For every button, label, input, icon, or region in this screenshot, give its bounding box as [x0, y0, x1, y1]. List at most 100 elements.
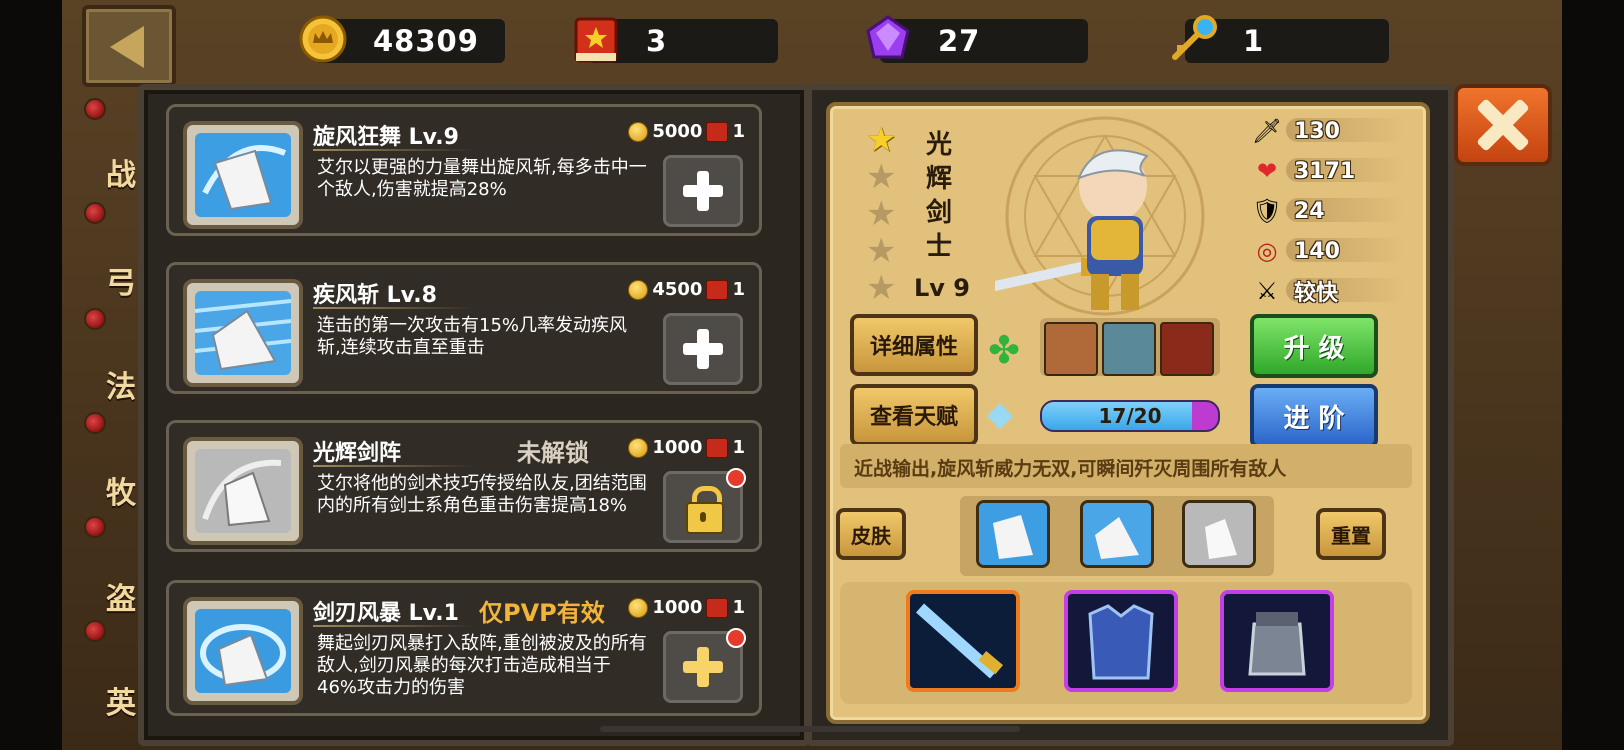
equipped-skills-tray — [960, 496, 1274, 576]
star-filled-icon: ★ — [866, 120, 897, 160]
speed-value: 较快 — [1294, 281, 1339, 306]
skill-icon-frame — [183, 279, 303, 387]
skill-description: 艾尔将他的剑术技巧传授给队友,团结范围内的所有剑士系角色重击伤害提高18% — [317, 473, 647, 516]
skill-card-3: 光辉剑阵 未解锁 1000 1 艾尔将他的剑术技巧传授给队友,团结范围内的所有剑… — [166, 420, 762, 552]
coin-icon — [628, 121, 649, 142]
book-value: 3 — [646, 24, 668, 58]
upgrade-skill-button[interactable] — [663, 313, 743, 385]
gem-counter: 27 — [866, 15, 1088, 63]
stat-attack: 🗡 130 — [1250, 116, 1340, 146]
skills-panel: 旋风狂舞 Lv.9 5000 1 艾尔以更强的力量舞出旋风斩,每多击中一个敌人,… — [138, 84, 810, 746]
hero-name-char: 光 — [926, 130, 953, 160]
armor-chest-icon[interactable] — [1064, 590, 1178, 692]
title-divider — [313, 307, 473, 309]
close-button[interactable] — [1454, 84, 1552, 166]
upgrade-button[interactable]: 升 级 — [1250, 314, 1378, 378]
stat-health: ❤ 3171 — [1250, 156, 1355, 186]
heart-icon: ❤ — [1256, 157, 1278, 185]
armor-value: 24 — [1294, 198, 1325, 224]
tab-notification-dot — [84, 98, 106, 120]
whirlwind-skill-icon — [195, 133, 291, 217]
title-divider — [313, 149, 473, 151]
details-button[interactable]: 详细属性 — [850, 314, 978, 376]
sword-icon: 🗡 — [1251, 117, 1283, 145]
purple-gem-icon — [866, 15, 910, 59]
armor-icon: 🛡 — [1251, 197, 1283, 225]
cost-book: 1 — [732, 121, 745, 142]
pvp-only-tag: 仅PVP有效 — [479, 599, 605, 627]
stat-accuracy: ◎ 140 — [1250, 236, 1340, 266]
hero-description: 近战输出,旋风斩威力无双,可瞬间歼灭周围所有敌人 — [854, 458, 1287, 480]
plus-icon-part — [697, 171, 709, 211]
material-ore-icon[interactable] — [1102, 322, 1156, 376]
crystal-icon: ◆ — [986, 394, 1014, 434]
skill-icon-frame — [183, 121, 303, 229]
speed-icon: ⚔ — [1256, 277, 1278, 305]
gauntlet-icon[interactable] — [1220, 590, 1334, 692]
upgrade-skill-button[interactable] — [663, 628, 746, 703]
gold-coin-icon — [299, 15, 347, 63]
target-icon: ◎ — [1256, 237, 1278, 265]
skin-button[interactable]: 皮肤 — [836, 508, 906, 560]
health-value: 3171 — [1294, 158, 1356, 184]
cost-book: 1 — [732, 597, 745, 618]
book-icon — [706, 597, 729, 618]
equipped-skill-whirlwind-icon[interactable] — [976, 500, 1050, 568]
tab-notification-dot — [84, 516, 106, 538]
title-divider — [313, 625, 473, 627]
hero-name-char: 辉 — [926, 164, 953, 194]
title-divider — [313, 465, 473, 467]
tab-notification-dot — [84, 620, 106, 642]
cost-gold: 1000 — [652, 597, 703, 618]
key-value: 1 — [1243, 24, 1265, 58]
tab-notification-dot — [84, 202, 106, 224]
tab-notification-dot — [84, 412, 106, 434]
hero-level: Lv 9 — [914, 274, 970, 302]
gale-slash-skill-icon — [195, 291, 291, 375]
back-button[interactable] — [82, 5, 176, 87]
skill-description: 连击的第一次攻击有15%几率发动疾风斩,连续攻击直至重击 — [317, 315, 628, 358]
plus-icon-part — [697, 647, 709, 687]
skill-title: 剑刃风暴 Lv.1 — [313, 601, 459, 626]
gold-counter: 48309 — [299, 15, 505, 63]
accuracy-value: 140 — [1294, 238, 1340, 264]
coin-icon — [628, 437, 649, 458]
book-icon — [706, 121, 729, 142]
material-book-icon[interactable] — [1044, 322, 1098, 376]
scroll-indicator — [600, 726, 1020, 732]
notification-dot — [726, 468, 746, 488]
lock-icon-keyhole — [700, 512, 706, 522]
attack-value: 130 — [1294, 118, 1340, 144]
equipped-skill-gale-icon[interactable] — [1080, 500, 1154, 568]
scepter-key-icon — [1172, 15, 1217, 60]
skill-card-2: 疾风斩 Lv.8 4500 1 连击的第一次攻击有15%几率发动疾风斩,连续攻击… — [166, 262, 762, 394]
cost-gold: 4500 — [652, 279, 703, 300]
stat-speed: ⚔ 较快 — [1250, 276, 1338, 306]
skill-title: 疾风斩 Lv.8 — [313, 283, 437, 308]
reset-button[interactable]: 重置 — [1316, 508, 1386, 560]
skill-cost: 5000 1 — [628, 121, 745, 142]
star-empty-icon: ★ — [866, 268, 897, 308]
red-book-icon — [574, 17, 618, 63]
skill-cost: 1000 1 — [628, 437, 745, 458]
equipped-skill-array-icon[interactable] — [1182, 500, 1256, 568]
upgrade-skill-button[interactable] — [663, 155, 743, 227]
cost-book: 1 — [732, 437, 745, 458]
star-empty-icon: ★ — [866, 194, 897, 234]
cost-book: 1 — [732, 279, 745, 300]
weapon-sword-icon[interactable] — [906, 590, 1020, 692]
tab-notification-dot — [84, 308, 106, 330]
hero-card: ★ ★ ★ ★ ★ 光 辉 剑 士 Lv 9 🗡 130 ❤ 3171 🛡 24… — [826, 102, 1430, 724]
skill-cost: 4500 1 — [628, 279, 745, 300]
unlock-skill-button[interactable] — [663, 468, 746, 543]
talent-button[interactable]: 查看天赋 — [850, 384, 978, 446]
star-empty-icon: ★ — [866, 157, 897, 197]
key-counter: 1 — [1172, 15, 1389, 63]
gem-value: 27 — [938, 24, 981, 58]
advance-button[interactable]: 进 阶 — [1250, 384, 1378, 448]
gold-value: 48309 — [373, 24, 479, 58]
clover-icon: ✤ — [988, 328, 1020, 372]
book-icon — [706, 437, 729, 458]
material-weapon-icon[interactable] — [1160, 322, 1214, 376]
skill-icon-frame — [183, 597, 303, 705]
